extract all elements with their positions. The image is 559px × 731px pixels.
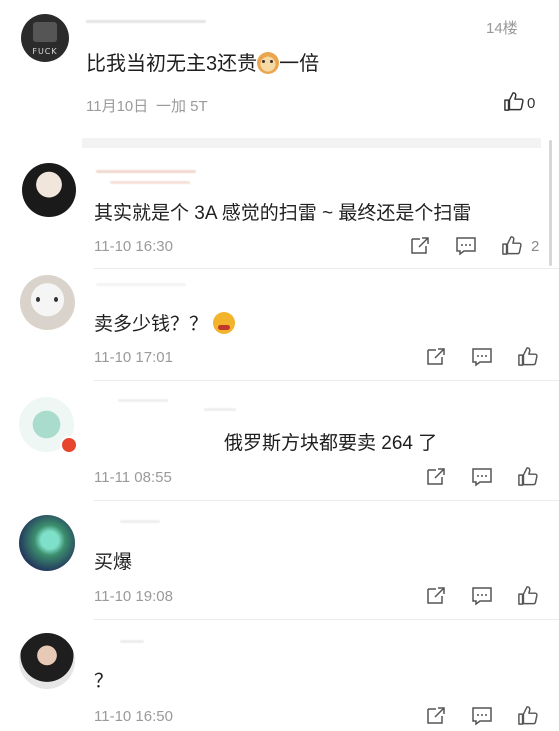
avatar[interactable] <box>22 163 76 217</box>
like-count: 0 <box>527 95 536 112</box>
comment-text: 买爆 <box>94 552 133 573</box>
share-icon[interactable] <box>425 467 447 487</box>
comment-icon[interactable] <box>455 236 477 256</box>
comment-icon[interactable] <box>471 347 493 367</box>
thumbs-up-icon[interactable] <box>517 585 539 605</box>
comment-text: ？ <box>94 671 114 692</box>
comment-time: 11-10 16:30 <box>94 238 173 255</box>
divider <box>94 619 559 620</box>
username-blurred <box>204 408 236 411</box>
avatar[interactable] <box>19 515 75 571</box>
badge-icon <box>60 436 78 454</box>
comment-source: 一加 5T <box>156 98 208 115</box>
divider <box>94 380 559 381</box>
comment-icon[interactable] <box>471 706 493 726</box>
comment-time: 11-10 16:50 <box>94 708 173 725</box>
thumbs-up-icon[interactable] <box>517 346 539 366</box>
comment-text: 卖多少钱？？ <box>94 309 236 336</box>
username-blurred <box>120 640 144 643</box>
comment-icon[interactable] <box>471 586 493 606</box>
comment-time: 11-10 19:08 <box>94 588 173 605</box>
thumbs-up-icon[interactable] <box>503 91 525 111</box>
avatar[interactable] <box>19 633 75 689</box>
username-blurred <box>110 181 190 184</box>
divider <box>94 500 559 501</box>
avatar-text: FUCK <box>32 47 58 56</box>
comment-text: 其实就是个 3A 感觉的扫雷 ~ 最终还是个扫雷 <box>94 203 472 224</box>
avatar[interactable] <box>20 275 75 330</box>
share-icon[interactable] <box>425 706 447 726</box>
scrollbar[interactable] <box>549 140 552 266</box>
floor-number: 14楼 <box>486 20 518 37</box>
username-blurred <box>96 283 186 286</box>
dog-emoji-icon <box>257 52 280 74</box>
share-icon[interactable] <box>409 236 431 256</box>
like-count: 2 <box>531 238 540 255</box>
thumbs-up-icon[interactable] <box>501 235 523 255</box>
avatar[interactable]: FUCK <box>21 14 69 62</box>
thumbs-up-icon[interactable] <box>517 705 539 725</box>
comment-text: 俄罗斯方块都要卖 264 了 <box>224 433 438 454</box>
comment-time: 11-11 08:55 <box>94 469 172 486</box>
username-blurred <box>120 520 160 523</box>
comment-date: 11月10日 <box>86 98 149 115</box>
section-separator <box>82 138 541 148</box>
angry-emoji-icon <box>213 312 236 334</box>
username-blurred <box>96 170 196 173</box>
username-blurred <box>86 20 206 23</box>
divider <box>94 268 559 269</box>
comment-time: 11-10 17:01 <box>94 349 173 366</box>
thumbs-up-icon[interactable] <box>517 466 539 486</box>
comment-text: 比我当初无主3还贵 一倍 <box>86 52 320 75</box>
comment-icon[interactable] <box>471 467 493 487</box>
username-blurred <box>118 399 168 402</box>
share-icon[interactable] <box>425 347 447 367</box>
share-icon[interactable] <box>425 586 447 606</box>
